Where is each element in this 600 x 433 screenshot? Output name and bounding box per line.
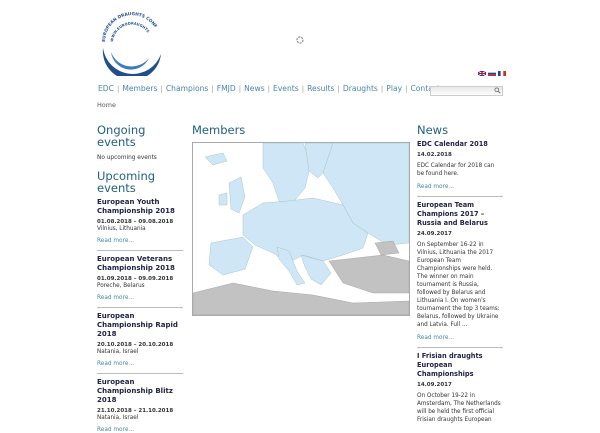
upcoming-events-title: Upcoming events: [97, 169, 156, 195]
news-item-date: 14.09.2017: [417, 382, 452, 388]
loading-spinner-icon: [296, 36, 304, 44]
search-input[interactable]: [430, 86, 503, 96]
read-more-link[interactable]: Read more...: [417, 335, 503, 341]
nav-item-results[interactable]: Results: [304, 84, 337, 93]
event-item: European Championship Rapid 2018 20.10.2…: [97, 312, 183, 374]
nav-item-play[interactable]: Play: [383, 84, 405, 93]
event-item: European Veterans Championship 2018 01.0…: [97, 255, 183, 308]
event-dates: 01.09.2018 – 09.09.2018: [97, 276, 174, 282]
breadcrumb[interactable]: Home: [97, 101, 116, 109]
nav-item-draughts[interactable]: Draughts: [340, 84, 381, 93]
divider: [417, 196, 503, 197]
event-place: Poreche, Belarus: [97, 283, 145, 289]
nav-item-members[interactable]: Members: [119, 84, 160, 93]
search-icon[interactable]: [494, 87, 501, 94]
event-title[interactable]: European Championship Rapid 2018: [97, 312, 183, 339]
event-title[interactable]: European Youth Championship 2018: [97, 198, 183, 216]
flag-uk-icon[interactable]: [478, 71, 486, 76]
news-item-text: On September 16-22 in Vilnius, Lithuania…: [417, 242, 500, 328]
event-dates: 21.10.2018 – 21.10.2018: [97, 408, 174, 414]
ongoing-events-text: No upcoming events: [97, 155, 157, 161]
read-more-link[interactable]: Read more...: [97, 295, 183, 301]
read-more-link[interactable]: Read more...: [97, 427, 183, 433]
news-item: European Team Champions 2017 – Russia an…: [417, 201, 503, 348]
events-column: Ongoing events No upcoming events Upcomi…: [97, 124, 183, 433]
news-item-date: 14.02.2018: [417, 152, 452, 158]
news-item-text: EDC Calendar for 2018 can be found here.: [417, 163, 495, 177]
news-item-title[interactable]: EDC Calendar 2018: [417, 140, 503, 149]
nav-item-champions[interactable]: Champions: [163, 84, 212, 93]
news-item-date: 24.09.2017: [417, 231, 452, 237]
event-place: Natania, Israel: [97, 349, 139, 355]
event-item: European Youth Championship 2018 01.08.2…: [97, 198, 183, 251]
news-column: News EDC Calendar 2018 14.02.2018 EDC Ca…: [417, 124, 503, 424]
news-title: News: [417, 123, 449, 137]
europe-map-image[interactable]: [193, 143, 409, 315]
nav-item-fmjd[interactable]: FMJD: [214, 84, 239, 93]
news-item-title[interactable]: I Frisian draughts European Championship…: [417, 352, 503, 379]
news-item-title[interactable]: European Team Champions 2017 – Russia an…: [417, 201, 503, 228]
members-title: Members: [192, 123, 246, 137]
divider: [97, 307, 183, 308]
event-dates: 01.08.2018 – 09.08.2018: [97, 219, 174, 225]
read-more-link[interactable]: Read more...: [97, 361, 183, 367]
language-switcher: [478, 71, 506, 76]
nav-item-events[interactable]: Events: [270, 84, 302, 93]
edc-logo[interactable]: EUROPEAN DRAUGHTS CONFEDERATION WWW.EURO…: [97, 8, 167, 76]
event-title[interactable]: European Championship Blitz 2018: [97, 378, 183, 405]
flag-fr-icon[interactable]: [498, 71, 506, 76]
members-map[interactable]: [192, 142, 410, 316]
ongoing-events-title: Ongoing events: [97, 123, 146, 149]
divider: [97, 373, 183, 374]
news-item: I Frisian draughts European Championship…: [417, 352, 503, 424]
members-column: Members: [192, 124, 408, 136]
nav-item-edc[interactable]: EDC: [95, 84, 117, 93]
event-place: Natania, Israel: [97, 415, 139, 421]
main-nav: EDC | Members | Champions | FMJD | News | Eve…: [95, 84, 443, 93]
nav-item-news[interactable]: News: [241, 84, 268, 93]
event-place: Vilnius, Lithuania: [97, 226, 146, 232]
read-more-link[interactable]: Read more...: [417, 184, 503, 190]
read-more-link[interactable]: Read more...: [97, 238, 183, 244]
event-title[interactable]: European Veterans Championship 2018: [97, 255, 183, 273]
flag-ru-icon[interactable]: [488, 71, 496, 76]
news-item: EDC Calendar 2018 14.02.2018 EDC Calenda…: [417, 140, 503, 197]
event-dates: 20.10.2018 – 20.10.2018: [97, 342, 174, 348]
news-item-text: On October 19-22 in Amsterdam, The Nethe…: [417, 393, 501, 423]
event-item: European Championship Blitz 2018 21.10.2…: [97, 378, 183, 433]
divider: [97, 250, 183, 251]
divider: [417, 347, 503, 348]
